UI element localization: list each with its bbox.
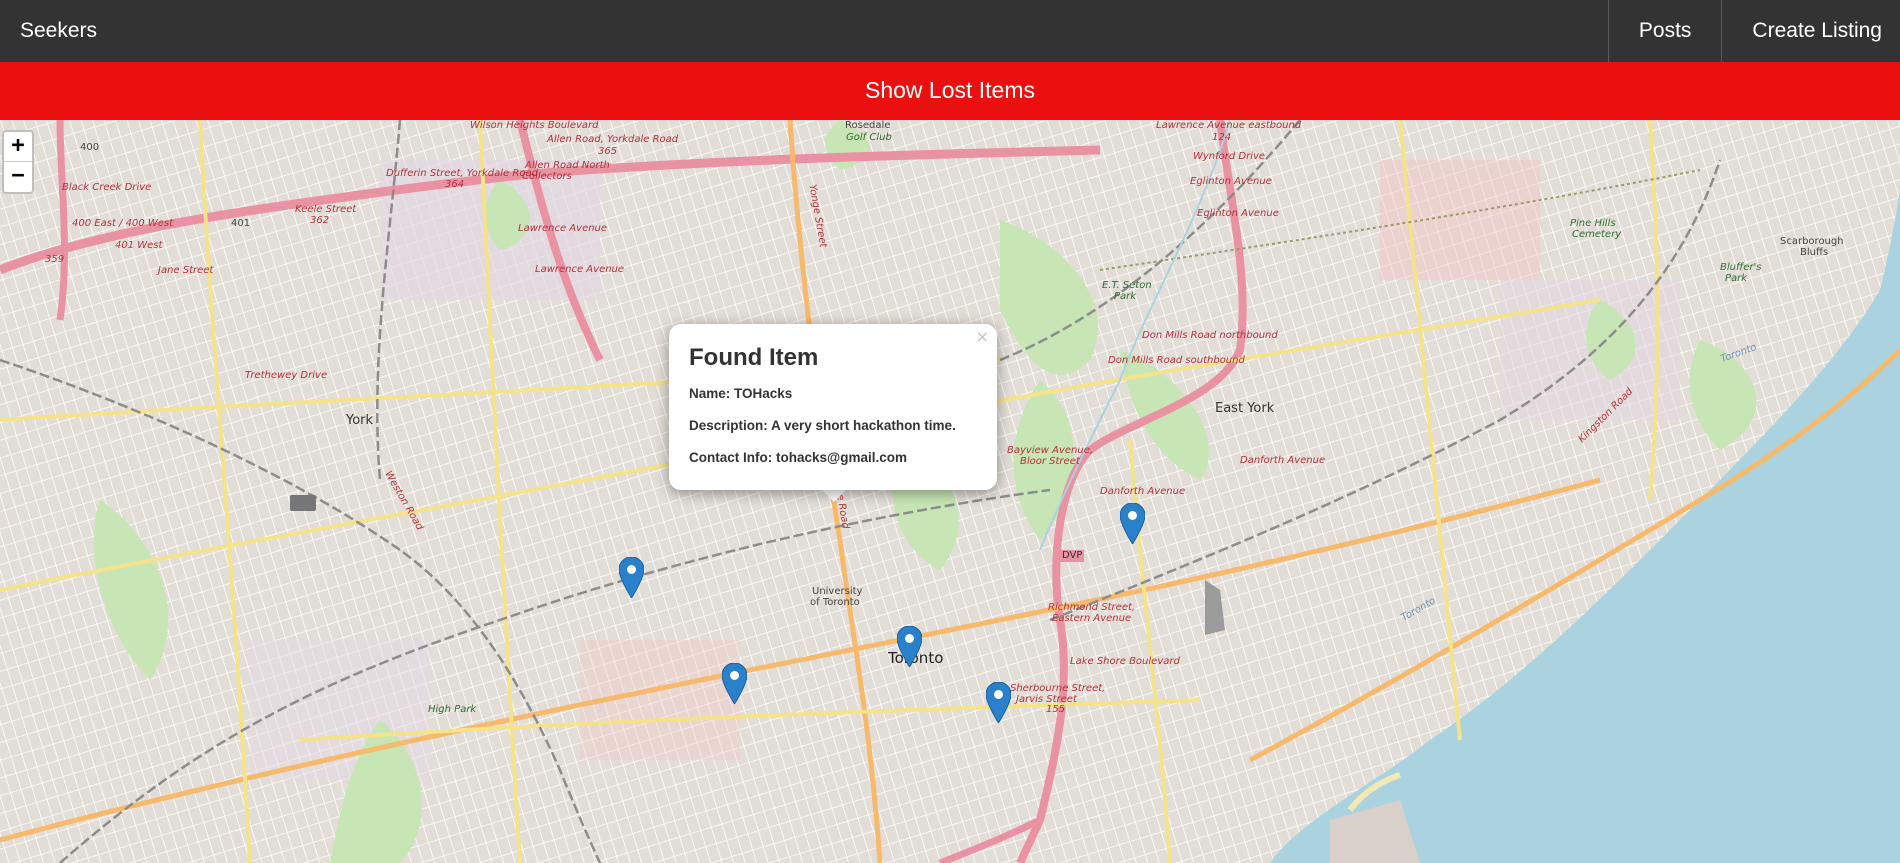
map-label-hwy-400: 400	[80, 142, 100, 153]
map-label-lawrence-east: Lawrence Avenue eastbound	[1156, 120, 1302, 131]
map-label-york: York	[346, 413, 374, 428]
map-label-et-seton-park: Park	[1114, 291, 1137, 302]
map-marker-icon[interactable]	[618, 556, 645, 599]
map-label-rosedale: Rosedale	[845, 120, 891, 131]
map-label-don-mills-n: Don Mills Road northbound	[1142, 330, 1278, 341]
map-label-400w: 400 East / 400 West	[72, 218, 174, 229]
create-listing-link[interactable]: Create Listing	[1721, 0, 1900, 62]
map-label-east-york: East York	[1215, 401, 1275, 416]
map-label-eglinton-1: Eglinton Avenue	[1190, 176, 1272, 187]
map-label-black-creek: Black Creek Drive	[62, 182, 152, 193]
map-marker-icon[interactable]	[896, 625, 923, 668]
map-label-362: 362	[310, 215, 330, 226]
map-label-cemetery: Cemetery	[1572, 229, 1622, 240]
zoom-control: + −	[2, 130, 34, 194]
map-label-hwy-401: 401	[231, 218, 251, 229]
map-label-365: 365	[598, 146, 618, 157]
zoom-out-button[interactable]: −	[4, 162, 32, 192]
popup-description: Description: A very short hackathon time…	[689, 418, 956, 433]
popup-tip	[820, 488, 848, 502]
map-marker-icon[interactable]	[1119, 502, 1146, 545]
map-marker-icon[interactable]	[985, 681, 1012, 724]
map-label-allen-road: Allen Road, Yorkdale Road	[547, 134, 679, 145]
map-label-401w: 401 West	[115, 240, 163, 251]
map-label-bluffs: Bluffs	[1800, 247, 1829, 258]
map-label-golf-club: Golf Club	[846, 132, 892, 143]
popup-title: Found Item	[689, 344, 819, 371]
popup-contact: Contact Info: tohacks@gmail.com	[689, 450, 907, 465]
zoom-in-button[interactable]: +	[4, 132, 32, 162]
map-label-lawrence-1: Lawrence Avenue	[518, 223, 608, 234]
map-label-bluffers-park: Park	[1725, 273, 1748, 284]
close-icon[interactable]: ×	[976, 327, 989, 346]
map-label-don-mills-s: Don Mills Road southbound	[1108, 355, 1245, 366]
map-marker-icon[interactable]	[721, 662, 748, 705]
map-label-155: 155	[1046, 704, 1066, 715]
found-item-popup: × Found Item Name: TOHacks Description: …	[669, 324, 997, 490]
map-label-eastern: Eastern Avenue	[1052, 613, 1132, 624]
map-label-hwy-124: 124	[1212, 132, 1232, 143]
map-label-lawrence-2: Lawrence Avenue	[535, 264, 625, 275]
map-label-high-park: High Park	[428, 704, 477, 715]
map-label-jane: Jane Street	[158, 265, 214, 276]
map-label-danforth-2: Danforth Avenue	[1240, 455, 1326, 466]
map-label-359: 359	[45, 254, 65, 265]
map-label-364: 364	[445, 179, 465, 190]
map-label-trethewey: Trethewey Drive	[245, 370, 328, 381]
map-label-bloor: Bloor Street	[1020, 456, 1080, 467]
posts-link[interactable]: Posts	[1607, 0, 1722, 62]
map-label-of-toronto: of Toronto	[810, 597, 860, 608]
map-label-lake-shore: Lake Shore Boulevard	[1070, 656, 1180, 667]
nav-links: Posts Create Listing	[1607, 0, 1900, 62]
popup-name: Name: TOHacks	[689, 386, 793, 401]
brand-link[interactable]: Seekers	[20, 0, 97, 62]
map-label-wilson-heights: Wilson Heights Boulevard	[470, 120, 599, 131]
navbar: Seekers Posts Create Listing	[0, 0, 1900, 62]
map-label-wynford: Wynford Drive	[1193, 151, 1266, 162]
map-label-dvp: DVP	[1060, 550, 1085, 562]
map[interactable]: Wilson Heights Boulevard Rosedale Golf C…	[0, 120, 1900, 863]
map-label-danforth-1: Danforth Avenue	[1100, 486, 1186, 497]
map-label-eglinton-2: Eglinton Avenue	[1197, 208, 1279, 219]
show-lost-items-button[interactable]: Show Lost Items	[0, 62, 1900, 120]
